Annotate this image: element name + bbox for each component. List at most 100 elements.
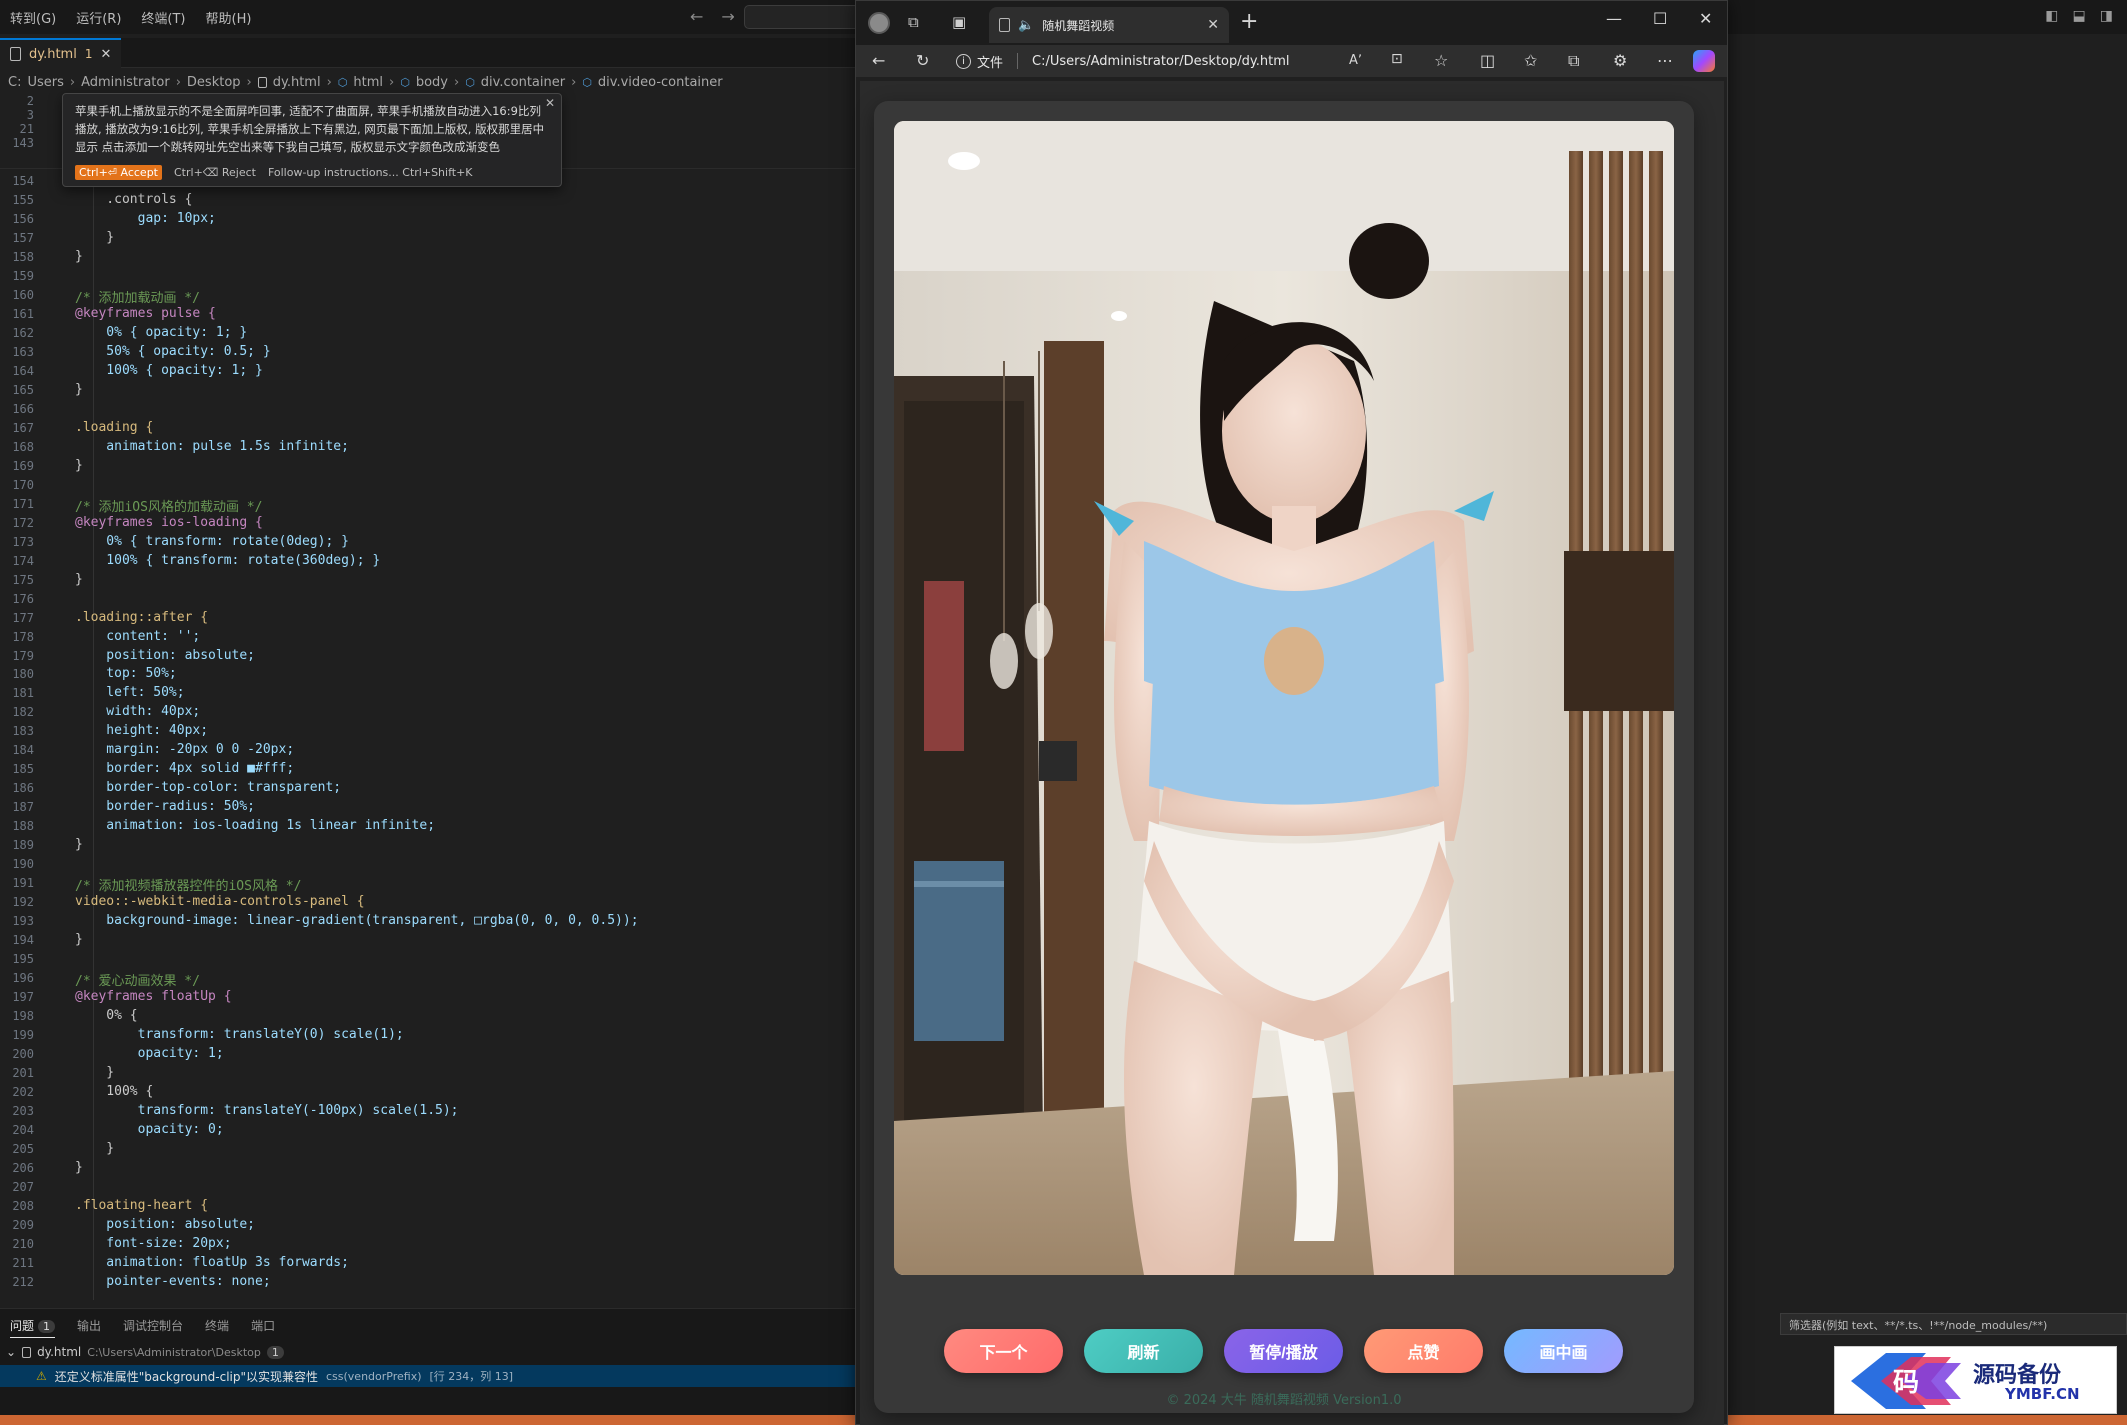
- line-number: 161: [12, 306, 34, 321]
- video-frame: [894, 121, 1674, 1275]
- close-window-icon[interactable]: ✕: [1699, 9, 1712, 28]
- collections-icon[interactable]: ⧉: [1568, 51, 1579, 71]
- breadcrumb-container[interactable]: div.container: [481, 75, 565, 90]
- more-options-icon[interactable]: ⋯: [1657, 51, 1673, 70]
- followup-hint[interactable]: Follow-up instructions... Ctrl+Shift+K: [268, 166, 473, 179]
- reject-button[interactable]: Ctrl+⌫ Reject: [174, 166, 256, 179]
- workspaces-icon[interactable]: ⧉: [908, 13, 919, 31]
- tab-ports[interactable]: 端口: [251, 1317, 275, 1338]
- menu-run[interactable]: 运行(R): [66, 8, 131, 27]
- breadcrumb-html[interactable]: html: [353, 75, 383, 90]
- line-number: 164: [12, 363, 34, 378]
- new-tab-icon[interactable]: +: [1240, 9, 1258, 34]
- breadcrumb-desktop[interactable]: Desktop: [187, 75, 241, 90]
- toggle-sidebar-icon[interactable]: ◧: [2045, 8, 2058, 24]
- menu-goto[interactable]: 转到(G): [0, 8, 66, 27]
- minimize-icon[interactable]: —: [1606, 9, 1622, 28]
- immersive-reader-icon[interactable]: ⊡: [1391, 51, 1403, 67]
- chevron-right-icon: ›: [326, 74, 332, 90]
- code-line: }: [75, 248, 83, 264]
- copilot-icon[interactable]: [1693, 50, 1715, 72]
- favorite-star-icon[interactable]: ☆: [1434, 51, 1448, 70]
- line-number: 170: [12, 477, 34, 492]
- tab-filename: dy.html: [29, 46, 77, 62]
- profile-avatar[interactable]: [868, 12, 890, 34]
- video-player[interactable]: [894, 121, 1674, 1275]
- code-line: border-radius: 50%;: [75, 799, 256, 815]
- refresh-button[interactable]: 刷新: [1084, 1329, 1203, 1373]
- breadcrumb-body[interactable]: body: [416, 75, 448, 90]
- code-line: /* 添加iOS风格的加载动画 */: [75, 499, 263, 515]
- line-number: 159: [12, 268, 34, 283]
- problem-file-row[interactable]: ⌄ dy.html C:\Users\Administrator\Desktop…: [6, 1345, 284, 1359]
- split-screen-icon[interactable]: ◫: [1480, 51, 1495, 70]
- url-scheme-label: 文件: [977, 55, 1004, 71]
- favorites-icon[interactable]: ✩: [1524, 51, 1537, 70]
- editor-tab-bar: dy.html 1 ✕: [0, 38, 860, 68]
- line-number: 175: [12, 572, 34, 587]
- control-buttons: 下一个 刷新 暂停/播放 点赞 画中画: [944, 1329, 1623, 1373]
- close-icon[interactable]: ✕: [100, 47, 111, 62]
- close-icon[interactable]: ✕: [545, 96, 555, 110]
- menu-terminal[interactable]: 终端(T): [131, 8, 195, 27]
- play-pause-button[interactable]: 暂停/播放: [1224, 1329, 1343, 1373]
- line-number: 208: [12, 1198, 34, 1213]
- browser-window: ⧉ ▣ 🔈 随机舞蹈视频 ✕ + — ☐ ✕ ← ↻ i 文件 C:/Users…: [855, 0, 1728, 1425]
- line-number: 193: [12, 914, 34, 929]
- toggle-panel-icon[interactable]: ⬓: [2073, 8, 2086, 24]
- code-line: top: 50%;: [75, 666, 177, 682]
- picture-in-picture-button[interactable]: 画中画: [1504, 1329, 1623, 1373]
- problem-message: 还定义标准属性"background-clip"以实现兼容性: [54, 1369, 318, 1384]
- next-button[interactable]: 下一个: [944, 1329, 1063, 1373]
- tab-problems[interactable]: 问题 1: [10, 1317, 56, 1338]
- breadcrumb-video-container[interactable]: div.video-container: [598, 75, 723, 90]
- toggle-secondary-sidebar-icon[interactable]: ◨: [2100, 8, 2113, 24]
- line-number: 210: [12, 1236, 34, 1251]
- refresh-icon[interactable]: ↻: [916, 51, 929, 70]
- maximize-icon[interactable]: ☐: [1653, 9, 1667, 28]
- line-number: 195: [12, 952, 34, 967]
- tab-actions-icon[interactable]: ▣: [952, 13, 966, 31]
- code-line: }: [75, 381, 83, 397]
- element-icon: ⬡: [582, 75, 592, 89]
- layout-controls: ◧ ⬓ ◨: [2045, 8, 2113, 24]
- chevron-right-icon: ›: [69, 74, 76, 90]
- breadcrumb-users[interactable]: Users: [27, 75, 63, 90]
- accept-button[interactable]: Ctrl+⏎ Accept: [75, 165, 162, 180]
- read-aloud-icon[interactable]: Aʼ: [1349, 53, 1362, 68]
- line-number: 203: [12, 1104, 34, 1119]
- close-icon[interactable]: ✕: [1207, 17, 1219, 33]
- tab-problems-label: 问题: [10, 1319, 35, 1333]
- tab-dy-html[interactable]: dy.html 1 ✕: [0, 38, 122, 68]
- speaker-icon[interactable]: 🔈: [1018, 18, 1034, 33]
- watermark-emblem: 码: [1851, 1353, 1961, 1409]
- back-icon[interactable]: ←: [872, 51, 885, 70]
- tab-terminal[interactable]: 终端: [205, 1317, 229, 1338]
- breadcrumb-file[interactable]: dy.html: [273, 75, 321, 90]
- line-number: 165: [12, 382, 34, 397]
- extensions-icon[interactable]: ⚙: [1613, 51, 1627, 70]
- tab-debug-console[interactable]: 调试控制台: [123, 1317, 183, 1338]
- forward-arrow-icon[interactable]: →: [721, 7, 734, 26]
- menu-help[interactable]: 帮助(H): [196, 8, 262, 27]
- breadcrumb-administrator[interactable]: Administrator: [81, 75, 170, 90]
- code-line: .floating-heart {: [75, 1197, 209, 1213]
- code-line: 100% { opacity: 1; }: [75, 362, 263, 378]
- browser-tab[interactable]: 🔈 随机舞蹈视频 ✕: [989, 7, 1229, 43]
- command-center[interactable]: [744, 5, 864, 29]
- like-button[interactable]: 点赞: [1364, 1329, 1483, 1373]
- problems-filter-input[interactable]: 筛选器(例如 text、**/*.ts、!**/node_modules/**): [1780, 1313, 2127, 1335]
- copyright-footer[interactable]: © 2024 大牛 随机舞蹈视频 Version1.0: [874, 1389, 1694, 1408]
- problem-item[interactable]: ⚠ 还定义标准属性"background-clip"以实现兼容性 css(ven…: [0, 1365, 858, 1387]
- breadcrumb-drive[interactable]: C:: [8, 75, 21, 90]
- line-number: 182: [12, 705, 34, 720]
- chevron-down-icon[interactable]: ⌄: [6, 1345, 16, 1359]
- info-icon[interactable]: i: [956, 53, 971, 69]
- code-editor[interactable]: 2 3 21 143 154 155 .controls {156 gap: 10px;…: [0, 94, 858, 1300]
- code-line: height: 40px;: [75, 723, 209, 739]
- back-arrow-icon[interactable]: ←: [690, 7, 703, 26]
- url-field[interactable]: i 文件 C:/Users/Administrator/Desktop/dy.h…: [956, 48, 1324, 74]
- code-line: opacity: 0;: [75, 1122, 224, 1137]
- tab-output[interactable]: 输出: [77, 1317, 101, 1338]
- code-line: .loading::after {: [75, 609, 209, 625]
